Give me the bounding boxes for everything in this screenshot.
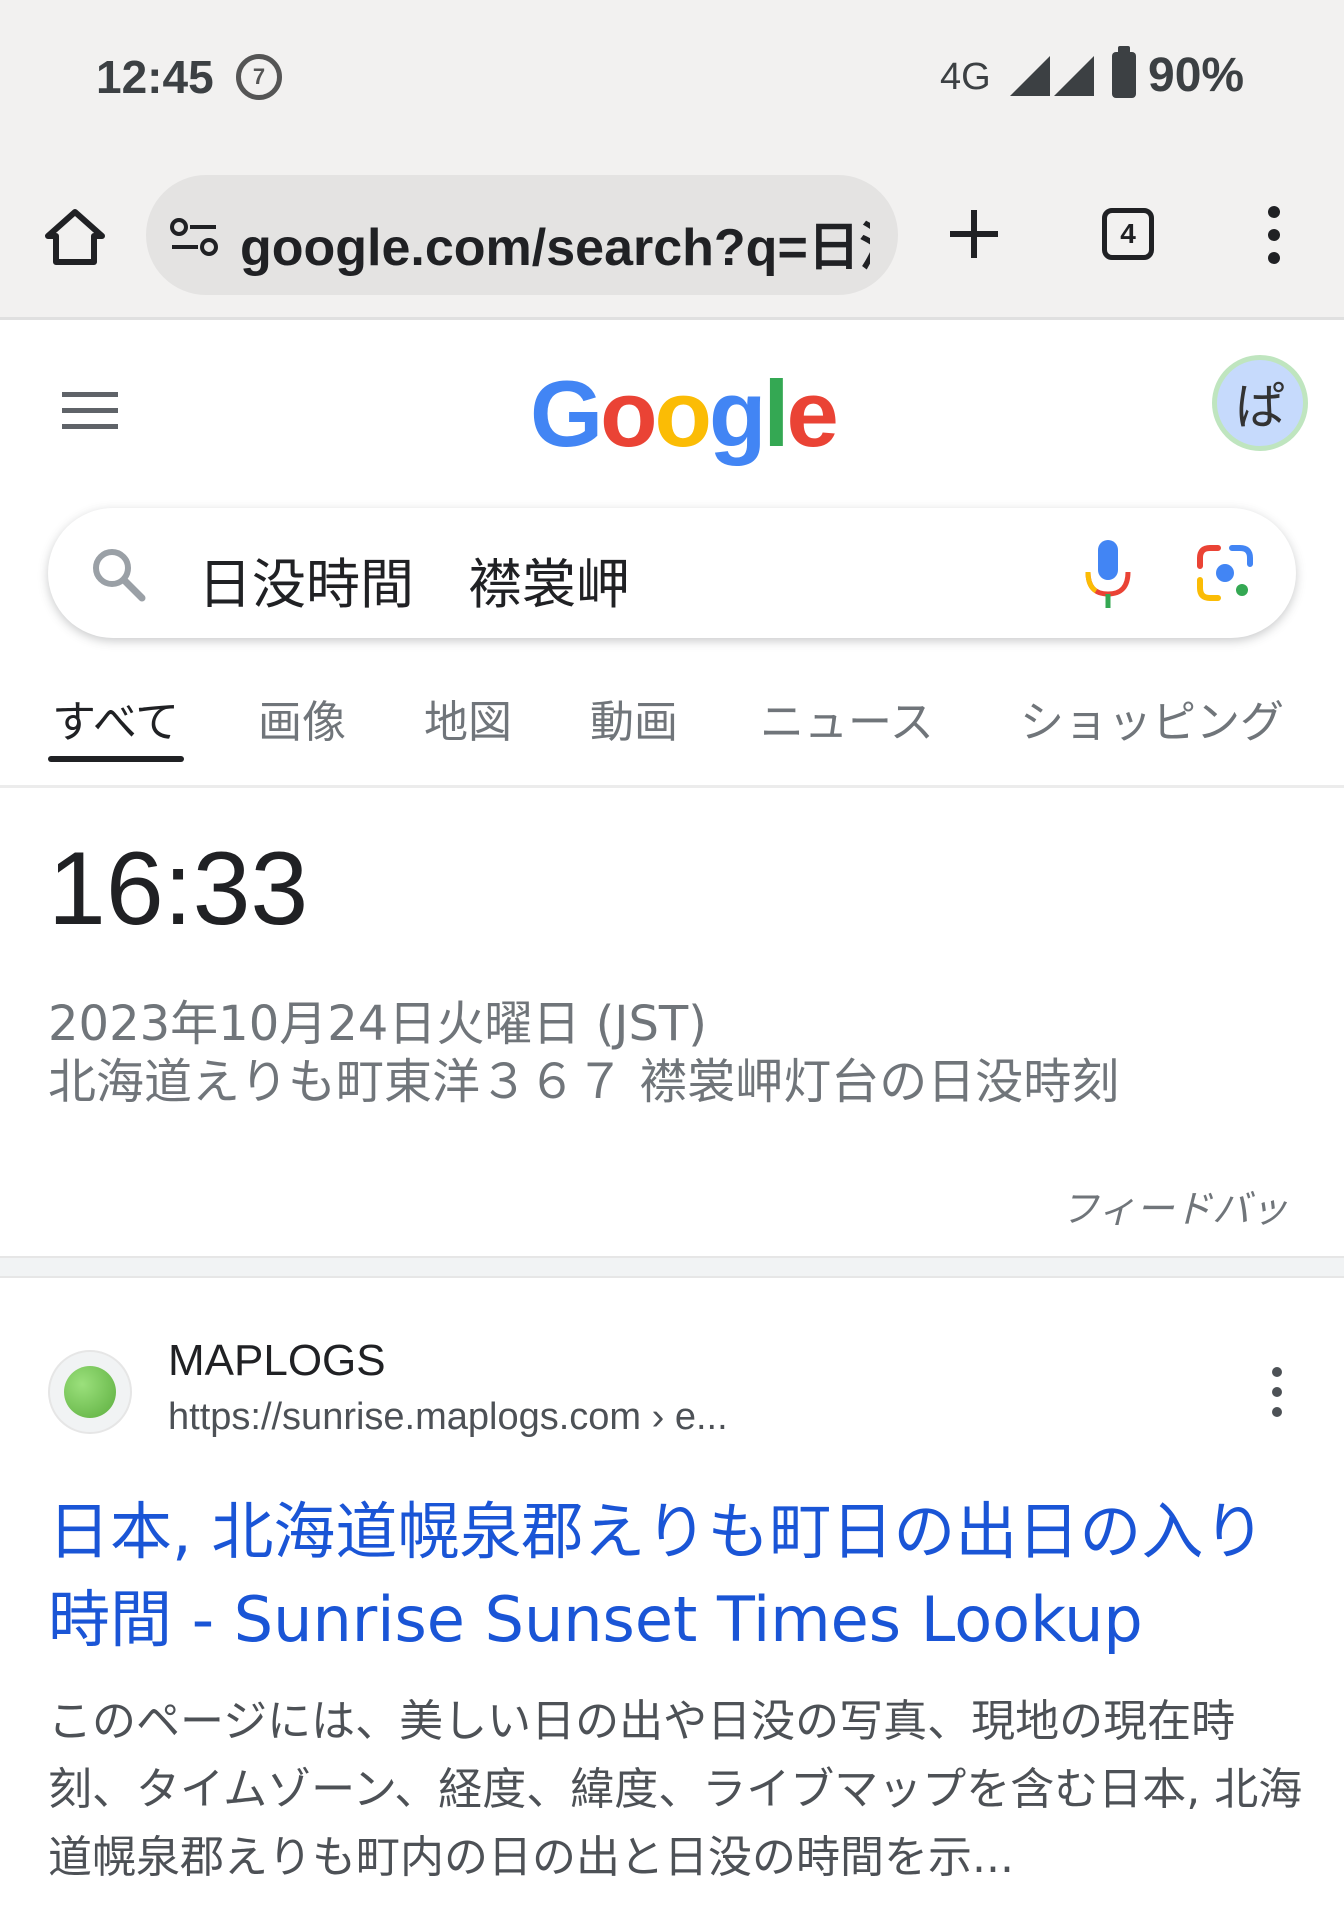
signal-icon-2 [1054, 56, 1094, 96]
tab-images[interactable]: 画像 [258, 686, 346, 750]
google-logo-letter: l [763, 361, 789, 466]
result-url[interactable]: https://sunrise.maplogs.com › e... [168, 1396, 728, 1439]
section-divider [0, 1256, 1344, 1278]
result-title-link[interactable]: 日本, 北海道幌泉郡えりも町日の出日の入り時間 - Sunrise Sunset… [48, 1488, 1318, 1664]
sunset-time: 16:33 [48, 831, 309, 947]
active-tab-indicator [48, 756, 184, 762]
address-bar[interactable]: google.com/search?q=日没 [146, 175, 898, 295]
tune-icon[interactable] [168, 217, 220, 257]
microphone-icon[interactable] [1078, 536, 1138, 612]
battery-icon [1112, 46, 1136, 98]
google-logo-letter: g [708, 361, 766, 466]
network-type: 4G [940, 56, 991, 98]
feedback-link[interactable]: フィードバッ [1061, 1178, 1288, 1233]
seven-eleven-icon: 7 [236, 54, 282, 100]
tab-shopping[interactable]: ショッピング [1020, 686, 1284, 750]
battery-level: 90% [1148, 49, 1245, 102]
site-favicon[interactable] [48, 1350, 132, 1434]
search-tabs: すべて 画像 地図 動画 ニュース ショッピング [0, 680, 1344, 788]
google-lens-icon[interactable] [1194, 542, 1256, 604]
avatar-text: ぱ [1235, 378, 1285, 436]
status-bar: 12:45 7 4G 90% [0, 0, 1344, 160]
result-snippet: このページには、美しい日の出や日没の写真、現地の現在時刻、タイムゾーン、経度、緯… [48, 1696, 1303, 1883]
browser-toolbar: google.com/search?q=日没 4 [0, 160, 1344, 320]
search-input[interactable]: 日没時間 襟裳岬 [198, 540, 630, 619]
more-vert-icon[interactable] [1254, 200, 1294, 270]
google-logo[interactable]: Google [530, 360, 839, 468]
new-tab-icon[interactable] [944, 204, 1004, 264]
url-text[interactable]: google.com/search?q=日没 [240, 205, 870, 280]
tab-videos[interactable]: 動画 [590, 686, 678, 750]
sunset-location: 北海道えりも町東洋３６７ 襟裳岬灯台の日没時刻 [48, 1054, 1120, 1110]
home-icon[interactable] [40, 202, 110, 272]
tab-news[interactable]: ニュース [760, 686, 934, 750]
google-logo-letter: o [654, 361, 712, 466]
account-avatar[interactable]: ぱ [1212, 355, 1308, 451]
search-box[interactable]: 日没時間 襟裳岬 [48, 508, 1296, 638]
globe-icon [64, 1366, 116, 1418]
sunset-answer-card: 16:33 2023年10月24日火曜日 (JST) 北海道えりも町東洋３６７ … [0, 790, 1344, 1256]
signal-icon [1010, 56, 1050, 96]
tab-maps[interactable]: 地図 [424, 686, 512, 750]
hamburger-menu-icon[interactable] [60, 386, 120, 436]
tab-all[interactable]: すべて [52, 686, 179, 750]
google-logo-letter: G [530, 361, 603, 466]
tab-switcher-icon[interactable]: 4 [1102, 208, 1154, 260]
search-result: MAPLOGS https://sunrise.maplogs.com › e.… [0, 1278, 1344, 1920]
search-icon [93, 549, 146, 602]
google-logo-letter: o [600, 361, 657, 466]
status-time: 12:45 [96, 51, 214, 103]
result-more-icon[interactable] [1262, 1364, 1292, 1420]
result-site-name[interactable]: MAPLOGS [168, 1336, 386, 1386]
google-logo-letter: e [786, 361, 839, 466]
